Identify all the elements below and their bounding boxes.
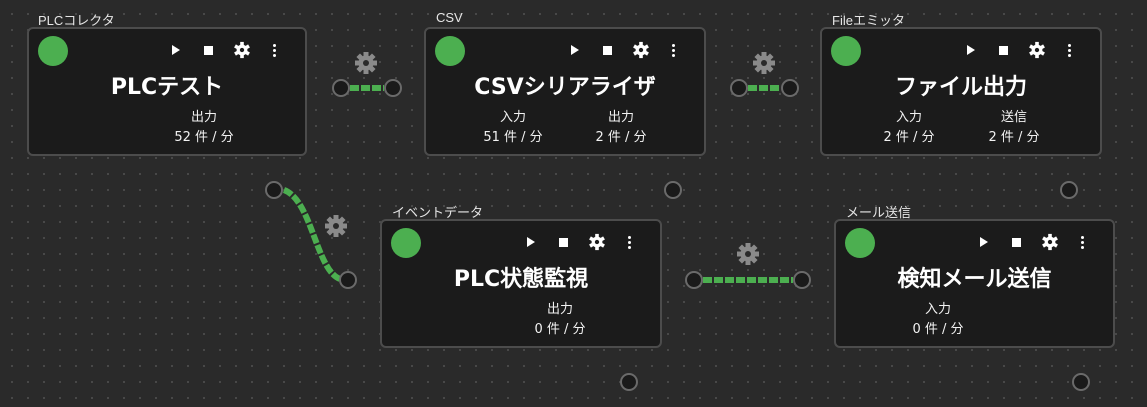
stat-output-value: 2 件 / 分: [595, 130, 647, 145]
port-event-in[interactable]: [339, 271, 357, 289]
play-icon: [570, 45, 579, 55]
stat-output: 出力 52 件 / 分: [164, 108, 244, 148]
stat-input-value: 51 件 / 分: [483, 130, 543, 145]
stop-button[interactable]: [987, 40, 1020, 60]
stop-icon: [204, 45, 213, 55]
kebab-menu-icon: [672, 43, 675, 57]
link-plc-event[interactable]: [282, 187, 342, 282]
node-title: ファイル出力: [894, 75, 1027, 100]
node-file-emitter[interactable]: ファイル出力 入力 2 件 / 分 送信 2 件 / 分: [820, 27, 1102, 156]
node-toolbar: [558, 40, 690, 60]
gear-icon: [1028, 41, 1045, 59]
link-gear-icon-plc-csv[interactable]: [355, 52, 377, 74]
play-icon: [979, 237, 988, 247]
node-title: CSVシリアライザ: [474, 75, 656, 100]
play-button[interactable]: [954, 40, 987, 60]
stop-icon: [559, 237, 568, 247]
node-event-data[interactable]: PLC状態監視 出力 0 件 / 分: [380, 219, 662, 348]
stat-output: 出力 0 件 / 分: [520, 300, 600, 340]
port-event-out-2[interactable]: [620, 373, 638, 391]
node-mail-send[interactable]: 検知メール送信 入力 0 件 / 分: [834, 219, 1115, 348]
node-toolbar: [514, 232, 646, 252]
gear-icon: [233, 41, 250, 59]
stat-input-label: 入力: [895, 110, 922, 125]
stop-button[interactable]: [591, 40, 624, 60]
settings-button[interactable]: [624, 40, 657, 60]
port-csv-out-2[interactable]: [664, 181, 682, 199]
settings-button[interactable]: [1033, 232, 1066, 252]
node-plc-collector[interactable]: PLCテスト 出力 52 件 / 分: [27, 27, 307, 156]
play-button[interactable]: [159, 40, 192, 60]
kebab-menu-icon: [1081, 235, 1084, 249]
node-label-csv: CSV: [436, 10, 463, 25]
play-button[interactable]: [967, 232, 1000, 252]
gear-icon: [588, 233, 605, 251]
status-indicator: [845, 228, 875, 258]
more-menu-button[interactable]: [258, 40, 291, 60]
port-mail-in[interactable]: [793, 271, 811, 289]
stat-output-value: 0 件 / 分: [534, 322, 586, 337]
stat-output-label: 出力: [607, 110, 634, 125]
more-menu-button[interactable]: [613, 232, 646, 252]
stop-icon: [999, 45, 1008, 55]
settings-button[interactable]: [225, 40, 258, 60]
settings-button[interactable]: [580, 232, 613, 252]
stat-input-value: 0 件 / 分: [912, 322, 964, 337]
settings-button[interactable]: [1020, 40, 1053, 60]
play-icon: [966, 45, 975, 55]
play-icon: [526, 237, 535, 247]
status-indicator: [38, 36, 68, 66]
port-plc-out-2[interactable]: [265, 181, 283, 199]
stat-input-value: 2 件 / 分: [883, 130, 935, 145]
node-title: PLC状態監視: [453, 267, 589, 292]
kebab-menu-icon: [628, 235, 631, 249]
port-csv-in[interactable]: [384, 79, 402, 97]
port-csv-out[interactable]: [730, 79, 748, 97]
node-title: PLCテスト: [110, 75, 224, 100]
node-toolbar: [967, 232, 1099, 252]
port-mail-out[interactable]: [1072, 373, 1090, 391]
more-menu-button[interactable]: [657, 40, 690, 60]
stop-button[interactable]: [192, 40, 225, 60]
stat-input: 入力 0 件 / 分: [898, 300, 978, 340]
kebab-menu-icon: [273, 43, 276, 57]
play-button[interactable]: [558, 40, 591, 60]
node-toolbar: [159, 40, 291, 60]
port-file-out[interactable]: [1060, 181, 1078, 199]
stat-send-value: 2 件 / 分: [988, 130, 1040, 145]
more-menu-button[interactable]: [1066, 232, 1099, 252]
stop-icon: [603, 45, 612, 55]
port-event-out[interactable]: [685, 271, 703, 289]
stat-input: 入力 2 件 / 分: [869, 108, 949, 148]
node-toolbar: [954, 40, 1086, 60]
stat-output-label: 出力: [546, 302, 573, 317]
play-button[interactable]: [514, 232, 547, 252]
stop-button[interactable]: [547, 232, 580, 252]
status-indicator: [391, 228, 421, 258]
link-gear-icon-event-mail[interactable]: [737, 243, 759, 265]
status-indicator: [435, 36, 465, 66]
play-icon: [171, 45, 180, 55]
node-title: 検知メール送信: [897, 267, 1052, 292]
port-file-in[interactable]: [781, 79, 799, 97]
stat-input-label: 入力: [924, 302, 951, 317]
port-plc-out[interactable]: [332, 79, 350, 97]
stop-icon: [1012, 237, 1021, 247]
kebab-menu-icon: [1068, 43, 1071, 57]
stat-send-label: 送信: [1000, 110, 1027, 125]
link-gear-icon-csv-file[interactable]: [753, 52, 775, 74]
stat-output: 出力 2 件 / 分: [581, 108, 661, 148]
node-csv-serializer[interactable]: CSVシリアライザ 入力 51 件 / 分 出力 2 件 / 分: [424, 27, 706, 156]
stat-send: 送信 2 件 / 分: [974, 108, 1054, 148]
more-menu-button[interactable]: [1053, 40, 1086, 60]
stop-button[interactable]: [1000, 232, 1033, 252]
status-indicator: [831, 36, 861, 66]
stat-input-label: 入力: [499, 110, 526, 125]
stat-input: 入力 51 件 / 分: [473, 108, 553, 148]
stat-output-value: 52 件 / 分: [174, 130, 234, 145]
gear-icon: [632, 41, 649, 59]
stat-output-label: 出力: [190, 110, 217, 125]
gear-icon: [1041, 233, 1058, 251]
link-gear-icon-plc-event[interactable]: [325, 215, 347, 237]
